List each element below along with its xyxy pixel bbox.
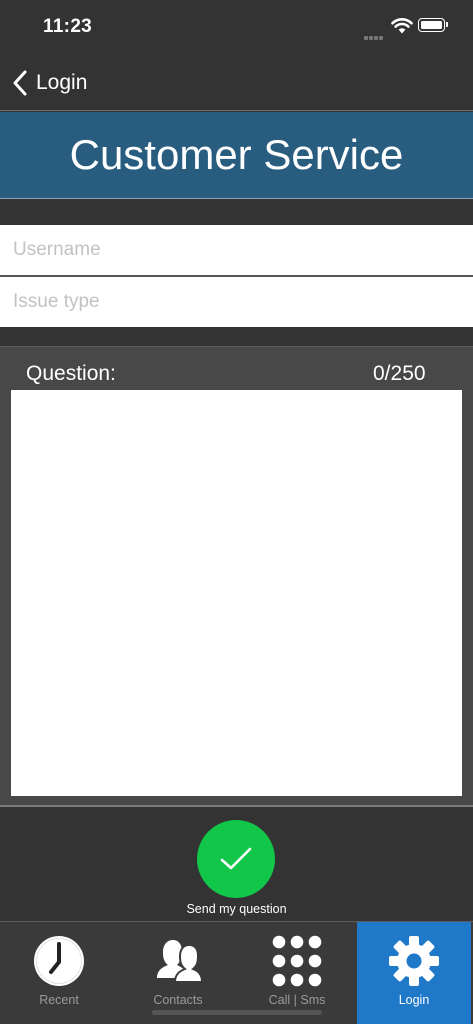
wifi-icon [391,17,413,39]
chevron-left-icon [13,70,27,96]
home-indicator [152,1010,322,1015]
battery-icon [418,18,448,32]
header-banner: Customer Service [0,112,473,198]
question-label: Question: [26,362,116,385]
page-title: Customer Service [69,131,404,178]
question-char-counter: 0/250 [373,362,426,385]
clock-icon [34,936,84,986]
username-input[interactable] [0,225,473,275]
tab-recent-label: Recent [39,993,79,1007]
back-button[interactable]: Login [10,68,87,98]
gear-icon [389,936,439,986]
question-textarea[interactable] [11,390,462,796]
send-question-button[interactable] [197,820,275,898]
back-button-label: Login [36,71,88,94]
tab-call-sms[interactable]: Call | Sms [238,922,356,1024]
tab-call-sms-label: Call | Sms [268,993,326,1007]
checkmark-icon [220,847,252,870]
tab-login-label: Login [398,993,430,1007]
tab-contacts-label: Contacts [153,993,203,1007]
contacts-icon [157,940,204,983]
tab-contacts[interactable]: Contacts [118,922,238,1024]
send-question-label: Send my question [186,902,287,916]
tab-recent[interactable]: Recent [0,922,118,1024]
banner-divider [0,198,473,199]
dialpad-icon [272,935,322,987]
tab-login[interactable]: Login [357,922,471,1024]
issue-type-input[interactable] [0,277,473,327]
panel-divider-bottom [0,805,473,807]
nav-divider [0,110,473,111]
status-time: 11:23 [43,16,93,37]
cellular-signal-icon [364,27,384,45]
